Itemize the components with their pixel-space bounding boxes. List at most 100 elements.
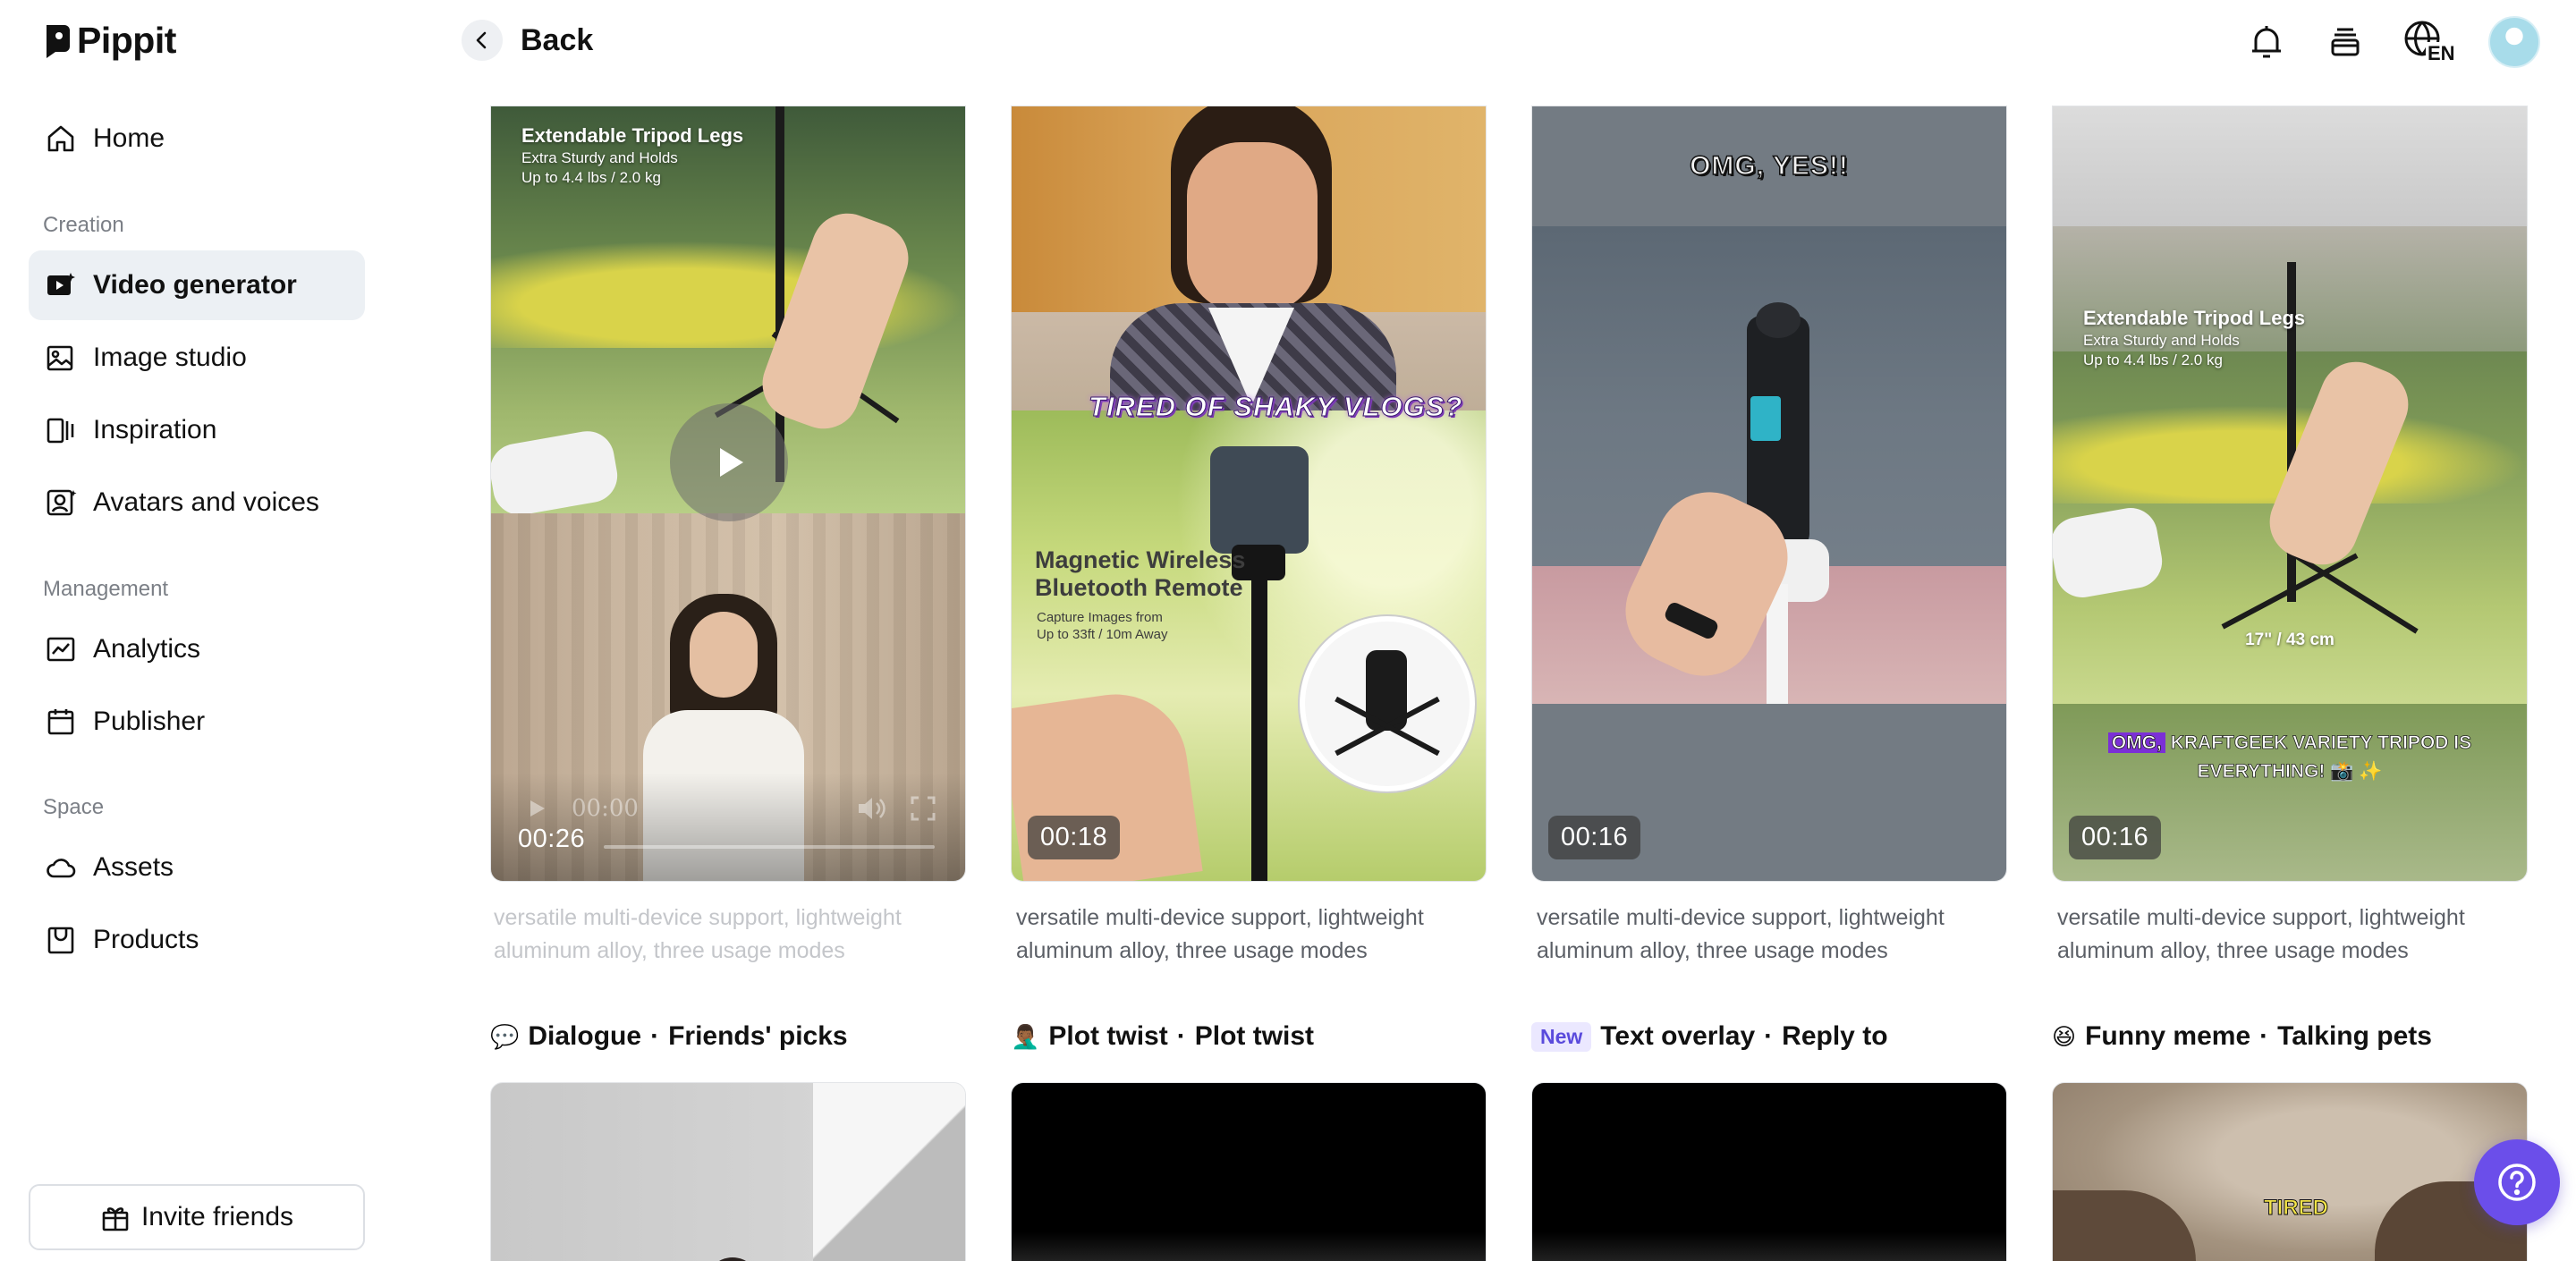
play-button[interactable] [670, 403, 788, 521]
section-title-space: Space [43, 795, 105, 819]
video-description-1: versatile multi-device support, lightwei… [494, 901, 970, 968]
template-title-1[interactable]: 💬 Dialogue · Friends' picks [490, 1021, 848, 1052]
logo[interactable]: Pippit [43, 20, 176, 62]
template-card-2[interactable] [1011, 1082, 1487, 1261]
overlay-sub-2: Up to 4.4 lbs / 2.0 kg [2083, 351, 2223, 368]
bell-icon[interactable] [2245, 21, 2288, 63]
sidebar-item-assets[interactable]: Assets [29, 833, 365, 902]
image-studio-icon [47, 345, 73, 371]
template-tag: Talking pets [2277, 1021, 2432, 1051]
overlay-measure: 17" / 43 cm [2245, 630, 2334, 649]
desc-line-1: versatile multi-device support, lightwei… [494, 905, 902, 930]
sidebar-item-label: Video generator [93, 270, 297, 300]
template-category: Plot twist [1048, 1021, 1168, 1051]
sidebar-item-label: Image studio [93, 343, 247, 372]
chevron-left-icon [462, 20, 503, 61]
speech-bubble-icon: 💬 [490, 1022, 520, 1050]
sidebar-item-label: Assets [93, 852, 174, 882]
overlay-title-line-1: Magnetic Wireless [1035, 546, 1246, 573]
template-tag: Friends' picks [668, 1021, 848, 1051]
desc-line-1: versatile multi-device support, lightwei… [1537, 905, 1945, 930]
sidebar-item-analytics[interactable]: Analytics [29, 614, 365, 684]
video-duration: 00:16 [2069, 816, 2162, 859]
video-thumbnail [1532, 226, 2006, 704]
video-description-2: versatile multi-device support, lightwei… [1016, 901, 1492, 968]
video-card-1[interactable]: Extendable Tripod Legs Extra Sturdy and … [490, 106, 966, 882]
video-thumbnail-top [1012, 106, 1486, 410]
facepalm-icon: 🤦🏾‍♂️ [1011, 1022, 1040, 1050]
separator: · [1764, 1021, 1774, 1051]
volume-icon[interactable] [856, 795, 886, 822]
template-category: Text overlay [1600, 1021, 1756, 1051]
progress-bar[interactable] [604, 845, 935, 849]
back-button[interactable]: Back [462, 20, 593, 61]
fullscreen-icon[interactable] [910, 795, 936, 822]
app-name: Pippit [77, 20, 176, 61]
template-category: Dialogue [528, 1021, 642, 1051]
stack-icon[interactable] [2324, 21, 2367, 63]
overlay-subtitle: Capture Images from Up to 33ft / 10m Awa… [1037, 609, 1167, 643]
video-card-3[interactable]: OMG, YES!! 00:16 [1531, 106, 2007, 882]
video-thumbnail: Extendable Tripod Legs Extra Sturdy and … [2053, 226, 2527, 704]
separator: · [2259, 1021, 2269, 1051]
sidebar-item-label: Inspiration [93, 415, 217, 444]
sidebar-item-avatars-voices[interactable]: Avatars and voices [29, 468, 365, 537]
template-title-4[interactable]: 😆 Funny meme · Talking pets [2052, 1021, 2432, 1052]
video-caption: TIRED OF SHAKY VLOGS? [1088, 391, 1463, 423]
invite-friends-button[interactable]: Invite friends [29, 1184, 365, 1250]
template-card-1[interactable] [490, 1082, 966, 1261]
desc-line-2: aluminum alloy, three usage modes [2057, 938, 2409, 963]
inspiration-icon [47, 418, 74, 444]
product-box-icon [47, 927, 74, 954]
play-icon [720, 448, 743, 477]
video-card-2[interactable]: Magnetic Wireless Bluetooth Remote Captu… [1011, 106, 1487, 882]
video-generator-icon [47, 273, 75, 295]
help-icon [2498, 1164, 2536, 1201]
sidebar-item-products[interactable]: Products [29, 905, 365, 975]
section-title-creation: Creation [43, 213, 124, 237]
desc-line-1: versatile multi-device support, lightwei… [1016, 905, 1424, 930]
avatar-voice-icon [47, 489, 77, 516]
caption-rest: KRAFTGEEK VARIETY TRIPOD IS [2165, 732, 2472, 754]
video-duration: 00:18 [1028, 816, 1121, 859]
overlay-title: Extendable Tripod Legs [2083, 307, 2306, 329]
sidebar-item-home[interactable]: Home [29, 104, 365, 173]
separator: · [1176, 1021, 1186, 1051]
topbar-actions: EN [2245, 16, 2540, 68]
new-badge: New [1531, 1021, 1592, 1052]
gift-icon [102, 1207, 129, 1231]
sidebar-item-image-studio[interactable]: Image studio [29, 323, 365, 393]
desc-line-2: aluminum alloy, three usage modes [1537, 938, 1888, 963]
video-description-4: versatile multi-device support, lightwei… [2057, 901, 2533, 968]
template-category: Funny meme [2085, 1021, 2251, 1051]
video-top-band [2053, 106, 2527, 226]
sidebar-item-inspiration[interactable]: Inspiration [29, 395, 365, 465]
template-tag: Plot twist [1194, 1021, 1315, 1051]
user-avatar[interactable] [2488, 16, 2540, 68]
desc-line-1: versatile multi-device support, lightwei… [2057, 905, 2465, 930]
sidebar-item-label: Avatars and voices [93, 487, 319, 517]
home-icon [47, 125, 74, 152]
caption-highlight: OMG, [2107, 732, 2165, 753]
sidebar-item-label: Products [93, 925, 199, 954]
sidebar-item-label: Publisher [93, 707, 206, 736]
invite-friends-label: Invite friends [140, 1202, 294, 1231]
sidebar-item-publisher[interactable]: Publisher [29, 687, 365, 757]
video-card-4[interactable]: Extendable Tripod Legs Extra Sturdy and … [2052, 106, 2528, 882]
laughing-face-icon: 😆 [2052, 1022, 2077, 1050]
pippit-logo-icon [47, 24, 70, 58]
sidebar: Pippit Home Creation Video generator Ima… [0, 0, 420, 1261]
section-title-management: Management [43, 577, 169, 601]
overlay-sub-line-2: Up to 33ft / 10m Away [1037, 627, 1168, 642]
template-title-2[interactable]: 🤦🏾‍♂️ Plot twist · Plot twist [1011, 1021, 1314, 1052]
template-title-3[interactable]: New Text overlay · Reply to [1531, 1021, 1888, 1052]
help-button[interactable] [2474, 1139, 2560, 1225]
sidebar-item-video-generator[interactable]: Video generator [29, 250, 365, 320]
overlay-sub-1: Extra Sturdy and Holds [2083, 332, 2240, 349]
sidebar-item-label: Home [93, 123, 165, 153]
language-switcher[interactable]: EN [2402, 19, 2457, 65]
overlay-title: Magnetic Wireless Bluetooth Remote [1035, 546, 1245, 602]
template-card-4[interactable]: TIRED [2052, 1082, 2528, 1261]
template-card-3[interactable] [1531, 1082, 2007, 1261]
app-root: Pippit Home Creation Video generator Ima… [0, 0, 2576, 1261]
